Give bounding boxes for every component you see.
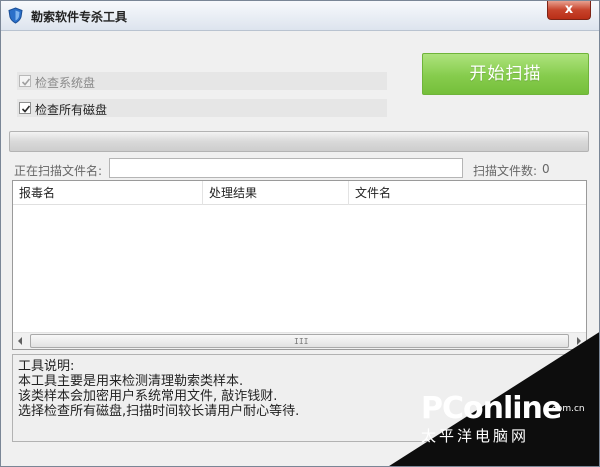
shield-icon xyxy=(7,7,24,24)
scan-file-label: 正在扫描文件名: xyxy=(14,164,103,178)
check-all-disks-label: 检查所有磁盘 xyxy=(35,103,108,117)
scan-count-label: 扫描文件数: xyxy=(473,164,538,178)
column-header-file-name[interactable]: 文件名 xyxy=(349,181,586,205)
watermark-logo: PConline xyxy=(421,391,562,426)
results-table-header: 报毒名 处理结果 文件名 xyxy=(13,181,586,205)
window-title: 勒索软件专杀工具 xyxy=(31,10,128,24)
scrollbar-thumb[interactable]: III xyxy=(30,334,569,348)
scan-file-field xyxy=(109,158,463,178)
description-line: 本工具主要是用来检测清理勒索类样本. xyxy=(18,374,244,389)
watermark-domain: .com.cn xyxy=(549,404,585,414)
scroll-left-icon[interactable] xyxy=(18,337,22,345)
close-icon: x xyxy=(564,2,574,17)
title-bar[interactable]: 勒索软件专杀工具 x xyxy=(1,1,599,31)
scan-count-value: 0 xyxy=(542,162,550,176)
check-system-disk-label: 检查系统盘 xyxy=(35,76,96,90)
start-scan-button[interactable]: 开始扫描 xyxy=(422,53,589,95)
scrollbar-grip-icon: III xyxy=(294,337,309,346)
scan-progress-bar xyxy=(9,131,589,152)
check-all-disks-checkbox[interactable] xyxy=(19,102,31,114)
description-line: 工具说明: xyxy=(18,359,75,374)
app-window: 勒索软件专杀工具 x 检查系统盘 检查所有磁盘 开始扫描 正在扫描文件名: 扫描… xyxy=(0,0,600,467)
results-table[interactable]: 报毒名 处理结果 文件名 III xyxy=(12,180,587,350)
column-header-virus-name[interactable]: 报毒名 xyxy=(13,181,203,205)
horizontal-scrollbar[interactable]: III xyxy=(13,332,586,349)
check-all-disks-option[interactable]: 检查所有磁盘 xyxy=(17,99,387,117)
close-button[interactable]: x xyxy=(547,1,591,20)
watermark-subtitle: 太平洋电脑网 xyxy=(421,427,530,445)
check-system-disk-option[interactable]: 检查系统盘 xyxy=(17,72,387,90)
column-header-result[interactable]: 处理结果 xyxy=(203,181,349,205)
check-system-disk-checkbox[interactable] xyxy=(19,75,31,87)
scroll-right-icon[interactable] xyxy=(577,337,581,345)
